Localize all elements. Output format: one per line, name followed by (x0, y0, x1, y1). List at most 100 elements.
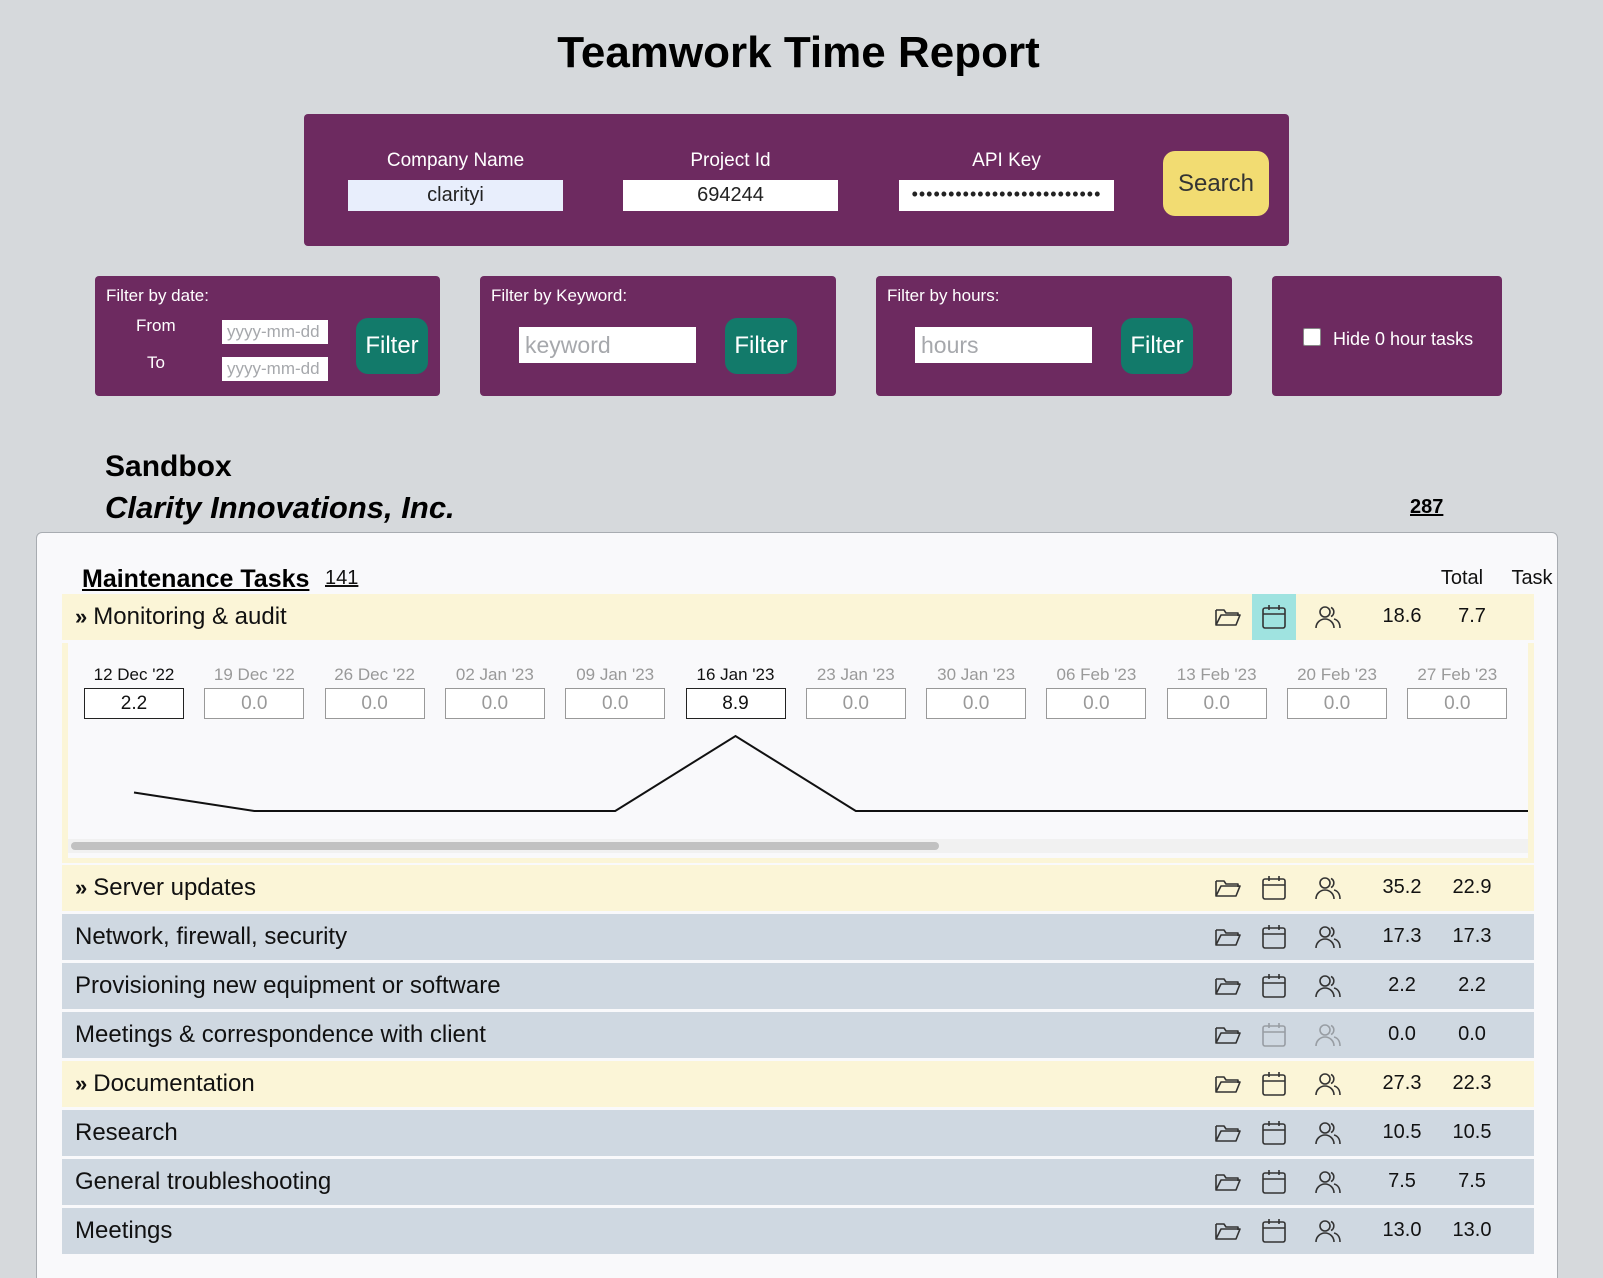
calendar-icon[interactable] (1258, 1117, 1290, 1149)
to-label: To (147, 353, 165, 372)
hours-input[interactable]: hours (915, 327, 1092, 363)
folder-icon[interactable] (1212, 970, 1244, 1002)
from-label: From (136, 316, 176, 335)
people-icon[interactable] (1312, 1215, 1344, 1247)
people-icon[interactable] (1312, 872, 1344, 904)
task-label-text: Server updates (93, 874, 257, 901)
task-label[interactable]: » Documentation (75, 1070, 255, 1098)
task-row[interactable]: » Server updates 35.2 22.9 (62, 865, 1534, 911)
project-id-label: Project Id (690, 150, 771, 171)
search-panel: Company Name clarityi Project Id 694244 … (304, 114, 1289, 246)
calendar-icon[interactable] (1258, 1215, 1290, 1247)
project-id-field: Project Id 694244 (623, 150, 838, 211)
folder-icon[interactable] (1212, 601, 1244, 633)
task-row[interactable]: Network, firewall, security 17.3 17.3 (62, 914, 1534, 960)
calendar-icon[interactable] (1258, 970, 1290, 1002)
task-row[interactable]: Meetings & correspondence with client 0.0… (62, 1012, 1534, 1058)
chevron-double-right-icon[interactable]: » (75, 604, 87, 629)
weekly-trend-line (133, 734, 1528, 812)
hide-zero-checkbox[interactable] (1303, 328, 1321, 346)
calendar-icon[interactable] (1258, 1068, 1290, 1100)
to-date-input[interactable]: yyyy-mm-dd (222, 357, 328, 381)
people-icon[interactable] (1312, 921, 1344, 953)
keyword-input[interactable]: keyword (519, 327, 696, 363)
keyword-filter-title: Filter by Keyword: (491, 286, 628, 305)
folder-icon[interactable] (1212, 1215, 1244, 1247)
hours-filter-button[interactable]: Filter (1121, 318, 1193, 374)
task-total-hours: 10.5 (1382, 1121, 1422, 1143)
folder-icon[interactable] (1212, 1166, 1244, 1198)
api-key-label: API Key (972, 150, 1041, 171)
task-label-text: Network, firewall, security (75, 923, 348, 950)
task-label[interactable]: Network, firewall, security (75, 923, 347, 951)
calendar-icon[interactable] (1258, 1019, 1290, 1051)
people-icon[interactable] (1312, 1019, 1344, 1051)
task-total-hours: 0.0 (1388, 1023, 1416, 1045)
calendar-icon[interactable] (1252, 594, 1296, 640)
chevron-double-right-icon[interactable]: » (75, 1071, 87, 1096)
task-row[interactable]: » Documentation 27.3 22.3 (62, 1061, 1534, 1107)
api-key-field: API Key •••••••••••••••••••••••••• (899, 150, 1114, 211)
task-label[interactable]: Meetings (75, 1217, 172, 1245)
calendar-icon[interactable] (1258, 921, 1290, 953)
calendar-icon[interactable] (1258, 872, 1290, 904)
company-name-input[interactable]: clarityi (348, 180, 563, 211)
task-label[interactable]: Meetings & correspondence with client (75, 1021, 486, 1049)
folder-icon[interactable] (1212, 1019, 1244, 1051)
people-icon[interactable] (1312, 1117, 1344, 1149)
task-row[interactable]: Research 10.5 10.5 (62, 1110, 1534, 1156)
search-button[interactable]: Search (1163, 151, 1269, 216)
task-row[interactable]: General troubleshooting 7.5 7.5 (62, 1159, 1534, 1205)
people-icon[interactable] (1312, 601, 1344, 633)
company-name: Clarity Innovations, Inc. (105, 490, 455, 525)
task-row[interactable]: » Monitoring & audit 18.6 7.7 (62, 594, 1534, 640)
calendar-icon[interactable] (1258, 1166, 1290, 1198)
weekly-trend-chart (133, 734, 1528, 812)
task-total-hours: 7.5 (1388, 1170, 1416, 1192)
task-label[interactable]: » Monitoring & audit (75, 603, 287, 631)
people-icon[interactable] (1312, 970, 1344, 1002)
task-label[interactable]: Research (75, 1119, 178, 1147)
weekly-scroll-area[interactable]: 12 Dec '22 2.2 19 Dec '22 0.0 26 Dec '22 0.0 0… (68, 643, 1528, 858)
folder-icon[interactable] (1212, 872, 1244, 904)
task-row[interactable]: Meetings 13.0 13.0 (62, 1208, 1534, 1254)
task-own-hours: 7.5 (1458, 1170, 1486, 1192)
task-own-hours: 10.5 (1452, 1121, 1492, 1143)
people-icon[interactable] (1312, 1068, 1344, 1100)
task-total-hours: 35.2 (1382, 876, 1422, 898)
hide-zero-label[interactable]: Hide 0 hour tasks (1333, 329, 1473, 350)
grand-total-link[interactable]: 287 (1410, 496, 1443, 519)
task-label-text: Meetings (75, 1217, 173, 1244)
column-header-task: Task (1511, 567, 1553, 589)
task-own-hours: 22.9 (1452, 876, 1492, 898)
section-title[interactable]: Maintenance Tasks (82, 565, 309, 594)
date-filter-button[interactable]: Filter (356, 318, 428, 374)
section-count[interactable]: 141 (325, 567, 358, 590)
project-id-input[interactable]: 694244 (623, 180, 838, 211)
date-filter-panel: Filter by date: From To yyyy-mm-dd yyyy-… (95, 276, 440, 396)
task-label[interactable]: » Server updates (75, 874, 256, 902)
keyword-filter-button[interactable]: Filter (725, 318, 797, 374)
task-label[interactable]: Provisioning new equipment or software (75, 972, 501, 1000)
api-key-input[interactable]: •••••••••••••••••••••••••• (899, 180, 1114, 211)
weekly-breakdown-panel: 12 Dec '22 2.2 19 Dec '22 0.0 26 Dec '22 0.0 0… (62, 643, 1534, 863)
keyword-filter-panel: Filter by Keyword: keyword Filter (480, 276, 836, 396)
folder-icon[interactable] (1212, 921, 1244, 953)
chevron-double-right-icon[interactable]: » (75, 875, 87, 900)
horizontal-scrollbar[interactable] (68, 839, 1528, 853)
people-icon[interactable] (1312, 1166, 1344, 1198)
task-label[interactable]: General troubleshooting (75, 1168, 331, 1196)
horizontal-scrollbar-thumb[interactable] (71, 842, 939, 850)
hide-zero-panel: Hide 0 hour tasks (1272, 276, 1502, 396)
from-date-input[interactable]: yyyy-mm-dd (222, 320, 328, 344)
task-total-hours: 27.3 (1382, 1072, 1422, 1094)
task-own-hours: 13.0 (1452, 1219, 1492, 1241)
task-label-text: Monitoring & audit (93, 603, 287, 630)
date-filter-title: Filter by date: (106, 286, 209, 305)
task-own-hours: 7.7 (1458, 605, 1486, 627)
task-own-hours: 2.2 (1458, 974, 1486, 996)
folder-icon[interactable] (1212, 1117, 1244, 1149)
folder-icon[interactable] (1212, 1068, 1244, 1100)
task-row[interactable]: Provisioning new equipment or software 2.… (62, 963, 1534, 1009)
task-label-text: Meetings & correspondence with client (75, 1021, 486, 1048)
